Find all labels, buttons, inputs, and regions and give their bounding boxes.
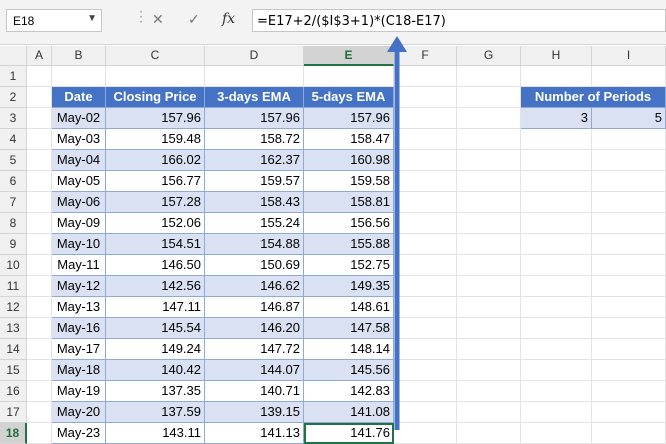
arrow-head (387, 36, 407, 52)
annotation-arrow (387, 36, 407, 430)
